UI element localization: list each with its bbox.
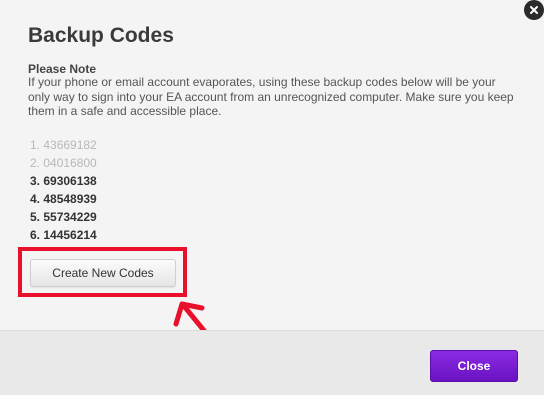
close-x-glyph (530, 6, 538, 14)
dialog-body: Backup Codes Please Note If your phone o… (0, 0, 544, 373)
backup-code-item: 6. 14456214 (30, 228, 97, 242)
note-text: If your phone or email account evaporate… (28, 75, 514, 118)
dialog-title: Backup Codes (28, 24, 174, 47)
backup-code-item: 4. 48548939 (30, 192, 97, 206)
backup-code-item: 3. 69306138 (30, 174, 97, 188)
backup-code-item: 5. 55734229 (30, 210, 97, 224)
backup-code-item: 2. 04016800 (30, 156, 97, 170)
close-x-icon[interactable] (524, 0, 544, 20)
backup-code-list: 1. 43669182 2. 04016800 3. 69306138 4. 4… (30, 136, 97, 244)
close-button[interactable]: Close (430, 350, 518, 382)
create-new-codes-button[interactable]: Create New Codes (30, 259, 176, 287)
backup-code-item: 1. 43669182 (30, 138, 97, 152)
note-heading: Please Note (28, 62, 97, 76)
backup-codes-dialog: Backup Codes Please Note If your phone o… (0, 0, 544, 395)
